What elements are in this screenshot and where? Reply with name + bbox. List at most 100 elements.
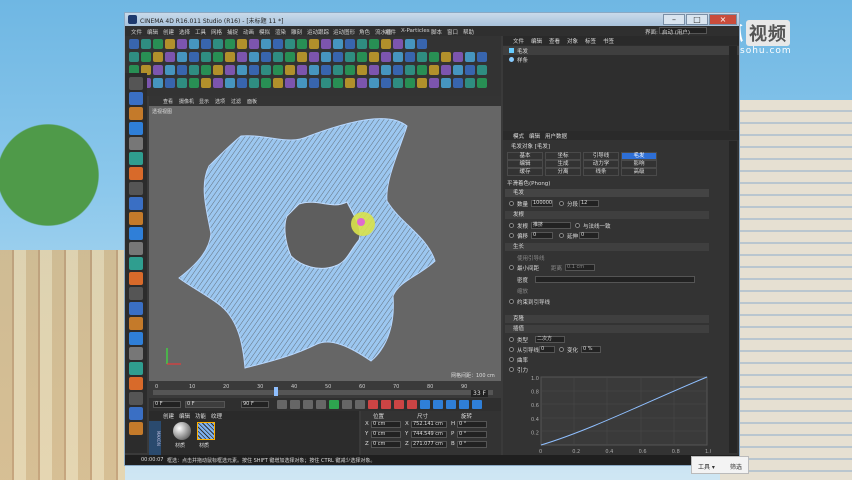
vp-menu-options[interactable]: 选项 <box>215 98 225 105</box>
from-guide-field[interactable]: 0 <box>539 346 555 353</box>
extend-radio[interactable] <box>559 233 564 238</box>
transport-button[interactable] <box>290 400 300 409</box>
toolbar-tool-icon[interactable] <box>237 78 247 88</box>
left-tool-icon[interactable] <box>129 152 143 165</box>
timeline-playhead[interactable] <box>274 387 278 396</box>
toolbar-tool-icon[interactable] <box>381 65 391 75</box>
toolbar-tool-icon[interactable] <box>285 52 295 62</box>
variation-radio[interactable] <box>559 347 564 352</box>
toolbar-tool-icon[interactable] <box>201 39 211 49</box>
toolbar-tool-icon[interactable] <box>153 78 163 88</box>
toolbar-tool-icon[interactable] <box>225 52 235 62</box>
menu-plugins[interactable]: 插件 <box>385 28 396 36</box>
curve-radio[interactable] <box>509 357 514 362</box>
object-row-spline[interactable]: 样条 <box>503 55 739 64</box>
toolbar-tool-icon[interactable] <box>453 52 463 62</box>
toolbar-tool-icon[interactable] <box>273 65 283 75</box>
left-tool-icon[interactable] <box>129 77 143 90</box>
transport-button[interactable] <box>459 400 469 409</box>
vp-menu-filter[interactable]: 过滤 <box>231 98 241 105</box>
toolbar-tool-icon[interactable] <box>285 78 295 88</box>
timeline-svg[interactable]: 0 10 20 30 40 50 60 70 80 90 <box>149 381 501 398</box>
toolbar-tool-icon[interactable] <box>297 52 307 62</box>
hair-star-object[interactable] <box>149 106 501 381</box>
root-radio[interactable] <box>509 223 514 228</box>
attr-tab-cache[interactable]: 缓存 <box>507 168 543 176</box>
constrain-radio[interactable] <box>509 299 514 304</box>
toolbar-tool-icon[interactable] <box>273 52 283 62</box>
count-radio[interactable] <box>509 201 514 206</box>
count-field[interactable]: 100000 <box>531 200 553 207</box>
transport-button[interactable] <box>277 400 287 409</box>
om-tab-tags[interactable]: 标签 <box>585 37 596 45</box>
vp-menu-view[interactable]: 查看 <box>163 98 173 105</box>
toolbar-tool-icon[interactable] <box>249 52 259 62</box>
toolbar-tool-icon[interactable] <box>261 78 271 88</box>
toolbar-tool-icon[interactable] <box>177 78 187 88</box>
segments-radio[interactable] <box>559 201 564 206</box>
section-root[interactable]: 发根 <box>505 211 709 219</box>
vp-menu-panel[interactable]: 面板 <box>247 98 257 105</box>
transport-button[interactable] <box>407 400 417 409</box>
toolbar-tool-icon[interactable] <box>153 52 163 62</box>
toolbar-tool-icon[interactable] <box>357 52 367 62</box>
toolbar-tool-icon[interactable] <box>345 39 355 49</box>
transport-button[interactable] <box>433 400 443 409</box>
toolbar-tool-icon[interactable] <box>453 65 463 75</box>
menu-character[interactable]: 角色 <box>359 28 370 36</box>
attr-tab-generate[interactable]: 生成 <box>545 160 581 168</box>
menu-mesh[interactable]: 网格 <box>211 28 222 36</box>
toolbar-tool-icon[interactable] <box>249 65 259 75</box>
left-tool-icon[interactable] <box>129 167 143 180</box>
left-tool-icon[interactable] <box>129 182 143 195</box>
transport-button[interactable] <box>381 400 391 409</box>
density-field[interactable] <box>535 276 695 283</box>
attr-tab-dynamics[interactable]: 动力学 <box>583 160 619 168</box>
toolbar-tool-icon[interactable] <box>261 52 271 62</box>
menu-tools[interactable]: 工具 <box>195 28 206 36</box>
toolbar-tool-icon[interactable] <box>369 78 379 88</box>
from-guide-radio[interactable] <box>509 347 514 352</box>
menu-file[interactable]: 文件 <box>131 28 142 36</box>
menu-xparticles[interactable]: X-Particles <box>401 28 430 34</box>
toolbar-tool-icon[interactable] <box>129 52 139 62</box>
toolbar-tool-icon[interactable] <box>393 78 403 88</box>
toolbar-tool-icon[interactable] <box>177 52 187 62</box>
left-tool-icon[interactable] <box>129 197 143 210</box>
toolbar-tool-icon[interactable] <box>393 65 403 75</box>
toolbar-tool-icon[interactable] <box>249 39 259 49</box>
toolbar-tool-icon[interactable] <box>309 65 319 75</box>
toolbar-tool-icon[interactable] <box>153 39 163 49</box>
toolbar-tool-icon[interactable] <box>345 52 355 62</box>
toolbar-tool-icon[interactable] <box>405 39 415 49</box>
om-tab-edit[interactable]: 编辑 <box>531 37 542 45</box>
toolbar-tool-icon[interactable] <box>309 52 319 62</box>
left-tool-icon[interactable] <box>129 92 143 105</box>
left-tool-icon[interactable] <box>129 302 143 315</box>
transport-button[interactable] <box>394 400 404 409</box>
minimize-button[interactable]: – <box>663 14 685 25</box>
start-frame-field[interactable]: 0 F <box>153 401 181 408</box>
left-tool-icon[interactable] <box>129 137 143 150</box>
toolbar-tool-icon[interactable] <box>165 52 175 62</box>
attr-tab-basic[interactable]: 基本 <box>507 152 543 160</box>
coord-h-rot[interactable]: 0 ° <box>457 421 487 428</box>
toolbar-tool-icon[interactable] <box>237 52 247 62</box>
timeline-ruler[interactable]: 0 10 20 30 40 50 60 70 80 90 33 F <box>149 381 501 398</box>
popup-filter-button[interactable]: 筛选 <box>730 462 742 471</box>
toolbar-tool-icon[interactable] <box>441 78 451 88</box>
left-tool-icon[interactable] <box>129 257 143 270</box>
viewport-3d[interactable]: 透视视图 网格间距：100 cm <box>149 106 501 381</box>
transport-button[interactable] <box>316 400 326 409</box>
attr-tab-guides[interactable]: 引导线 <box>583 152 619 160</box>
transport-button[interactable] <box>355 400 365 409</box>
section-grow[interactable]: 生长 <box>505 243 709 251</box>
toolbar-tool-icon[interactable] <box>273 78 283 88</box>
toolbar-tool-icon[interactable] <box>273 39 283 49</box>
coord-p-rot[interactable]: 0 ° <box>457 431 487 438</box>
toolbar-tool-icon[interactable] <box>225 65 235 75</box>
toolbar-tool-icon[interactable] <box>417 52 427 62</box>
transport-button[interactable] <box>342 400 352 409</box>
toolbar-tool-icon[interactable] <box>165 65 175 75</box>
om-tab-objects[interactable]: 对象 <box>567 37 578 45</box>
